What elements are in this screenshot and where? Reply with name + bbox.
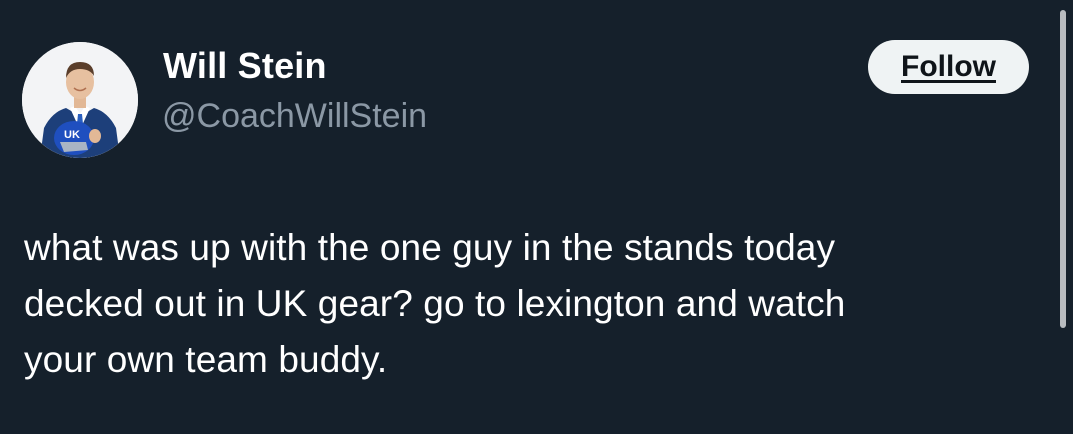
follow-button[interactable]: Follow bbox=[868, 40, 1029, 94]
helmet-logo: UK bbox=[64, 129, 80, 141]
tweet-card: UK Will Stein @CoachWillStein Follow wha… bbox=[0, 0, 1073, 434]
author-handle[interactable]: @CoachWillStein bbox=[162, 97, 427, 136]
author-display-name[interactable]: Will Stein bbox=[163, 45, 327, 87]
tweet-text-line: what was up with the one guy in the stan… bbox=[24, 227, 836, 268]
profile-photo-icon: UK bbox=[22, 42, 138, 158]
avatar[interactable]: UK bbox=[22, 42, 138, 158]
tweet-text-line: decked out in UK gear? go to lexington a… bbox=[24, 283, 846, 324]
scrollbar[interactable] bbox=[1060, 10, 1066, 328]
tweet-text: what was up with the one guy in the stan… bbox=[24, 220, 1034, 388]
tweet-text-line: your own team buddy. bbox=[24, 339, 388, 380]
